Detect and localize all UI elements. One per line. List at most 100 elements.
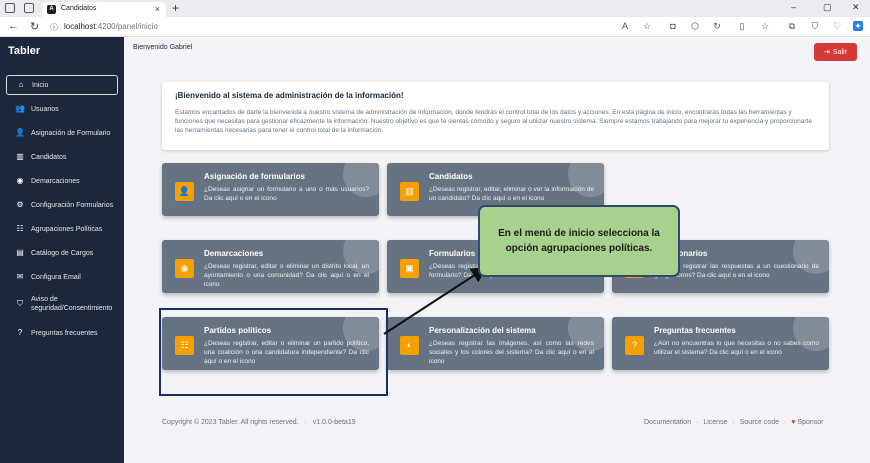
user-assign-icon[interactable]: 👤 [175,182,194,201]
profile-icon[interactable] [5,3,15,13]
source-code-link[interactable]: Source code [740,419,779,426]
close-tab-icon[interactable]: × [155,4,160,14]
shield-icon[interactable]: ⛉ [810,21,820,31]
briefcase-icon: ▤ [16,248,24,257]
collections-icon[interactable]: ⧉ [787,21,797,31]
form-icon[interactable]: ▣ [400,259,419,278]
tab-actions-icon[interactable] [24,3,34,13]
card-0[interactable]: 👤 Asignación de formularios ¿Deseas asigna… [162,163,379,216]
restore-icon[interactable]: ▢ [823,2,832,13]
window-close-icon[interactable]: ✕ [852,2,860,13]
podium-icon[interactable]: ▥ [400,182,419,201]
heart-pulse-icon[interactable]: ♡ [832,21,842,31]
card-6[interactable]: ◐ Personalización del sistema ¿Deseas regi… [387,317,604,370]
read-aloud-icon[interactable]: A [620,21,630,31]
copyright-text: Copyright © 2023 Tabler. All rights rese… [162,419,299,426]
refresh-page-icon[interactable]: ↻ [712,21,722,31]
sidebar-item-9[interactable]: ⛉ Aviso de seguridad/Consentimiento [6,291,118,317]
new-tab-icon[interactable]: + [172,1,179,15]
documentation-link[interactable]: Documentation [644,419,691,426]
welcome-title: ¡Bienvenido al sistema de administración… [175,91,404,100]
map-pin-icon[interactable]: ◉ [175,259,194,278]
sidebar-item-10[interactable]: ? Preguntas frecuentes [6,323,118,343]
camera-icon[interactable]: ◘ [668,21,678,31]
card-7[interactable]: ? Preguntas frecuentes ¿Aún no encuentras … [612,317,829,370]
browser-tab-strip: A Candidatos × + – ▢ ✕ [0,0,870,17]
url-host: localhost [64,22,96,31]
user-assign-icon: 👤 [15,128,25,137]
card-description: ¿Aún no encuentras lo que necesitas o no… [654,340,819,356]
instruction-callout: En el menú de inicio selecciona la opció… [478,205,680,277]
sidebar-item-label: Catálogo de Cargos [31,249,94,257]
sidebar-item-5[interactable]: ⚙ Configuración Formularios [6,195,118,215]
card-2[interactable]: ◉ Demarcaciones ¿Deseas registrar, editar … [162,240,379,293]
license-link[interactable]: License [703,419,727,426]
welcome-body: Estamos encantados de darte la bienvenid… [175,109,812,134]
brand-logo[interactable]: Tabler [8,45,40,57]
logout-icon: ⇥ [824,49,830,56]
logout-button[interactable]: ⇥ Salir [814,43,857,61]
card-title: Candidatos [429,172,473,181]
podium-icon: ▥ [16,152,24,161]
minimize-icon[interactable]: – [791,2,796,12]
logout-label: Salir [832,48,847,56]
angular-icon: A [47,5,56,14]
card-description: ¿Deseas registrar, editar, eliminar o ve… [429,186,594,202]
card-title: Asignación de formularios [204,172,305,181]
welcome-card: ¡Bienvenido al sistema de administración… [162,82,829,150]
sidebar-item-label: Aviso de seguridad/Consentimiento [31,296,113,312]
sidebar-item-label: Configura Email [31,273,81,281]
sponsor-link[interactable]: Sponsor [797,419,823,426]
card-description: ¿Deseas registrar, editar o eliminar un … [204,263,369,288]
palette-icon[interactable]: ◐ [400,336,419,355]
copilot-icon[interactable]: ✦ [853,21,863,31]
sidebar-item-label: Inicio [32,81,49,89]
extensions-icon[interactable]: ⬡ [690,21,700,31]
footer-links: Documentation · License · Source code · … [644,419,824,426]
address-bar: ← ↻ ⓘ localhost:4200/panel/inicio A ☆ ◘ … [0,17,870,37]
site-info-icon[interactable]: ⓘ [50,22,58,33]
reload-icon[interactable]: ↻ [30,20,39,33]
home-icon: ⌂ [18,80,24,89]
map-pin-icon: ◉ [16,176,24,185]
card-description: ¿Deseas asignar un formulario a uno o má… [204,186,369,202]
sidebar-item-label: Agrupaciones Políticas [31,225,103,233]
sidebar-item-label: Configuración Formularios [31,201,114,209]
split-screen-icon[interactable]: ▯ [737,21,747,31]
users-icon: 👥 [15,104,25,113]
sidebar-item-8[interactable]: ✉ Configura Email [6,267,118,287]
sidebar-item-4[interactable]: ◉ Demarcaciones [6,171,118,191]
url-field[interactable]: localhost:4200/panel/inicio [64,22,158,31]
favorites-icon[interactable]: ☆ [760,21,770,31]
settings-icon: ⚙ [16,200,24,209]
sidebar-item-6[interactable]: ☷ Agrupaciones Políticas [6,219,118,239]
tab-title: Candidatos [61,5,97,12]
card-title: Formularios [429,249,476,258]
pointer-arrow [383,266,488,335]
card-description: ¿Deseas registrar las imágenes, así como… [429,340,594,365]
welcome-user-text: Bienvenido Gabriel [133,44,193,51]
url-path: :4200/panel/inicio [95,22,158,31]
sidebar-item-label: Preguntas frecuentes [31,329,98,337]
footer-copyright: Copyright © 2023 Tabler. All rights rese… [162,419,356,426]
sidebar-item-label: Asignación de Formulario [31,129,111,137]
help-icon[interactable]: ? [625,336,644,355]
card-title: Personalización del sistema [429,326,536,335]
sidebar-item-label: Demarcaciones [31,177,80,185]
card-title: Preguntas frecuentes [654,326,736,335]
sidebar-item-1[interactable]: 👥 Usuarios [6,99,118,119]
favorite-star-icon[interactable]: ☆ [642,21,652,31]
sidebar-item-2[interactable]: 👤 Asignación de Formulario [6,123,118,143]
mail-icon: ✉ [16,272,24,281]
card-title: Demarcaciones [204,249,264,258]
help-icon: ? [17,328,23,337]
version-link[interactable]: v1.0.0-beta19 [313,419,356,426]
sidebar-item-7[interactable]: ▤ Catálogo de Cargos [6,243,118,263]
sidebar-item-label: Usuarios [31,105,59,113]
sidebar: Tabler ⌂ Inicio 👥 Usuarios 👤 Asignación de Fo… [0,37,124,463]
back-icon[interactable]: ← [8,20,19,32]
sidebar-item-3[interactable]: ▥ Candidatos [6,147,118,167]
sidebar-item-0[interactable]: ⌂ Inicio [6,75,118,95]
highlight-box [159,308,388,396]
browser-tab[interactable]: A Candidatos × [42,2,166,17]
